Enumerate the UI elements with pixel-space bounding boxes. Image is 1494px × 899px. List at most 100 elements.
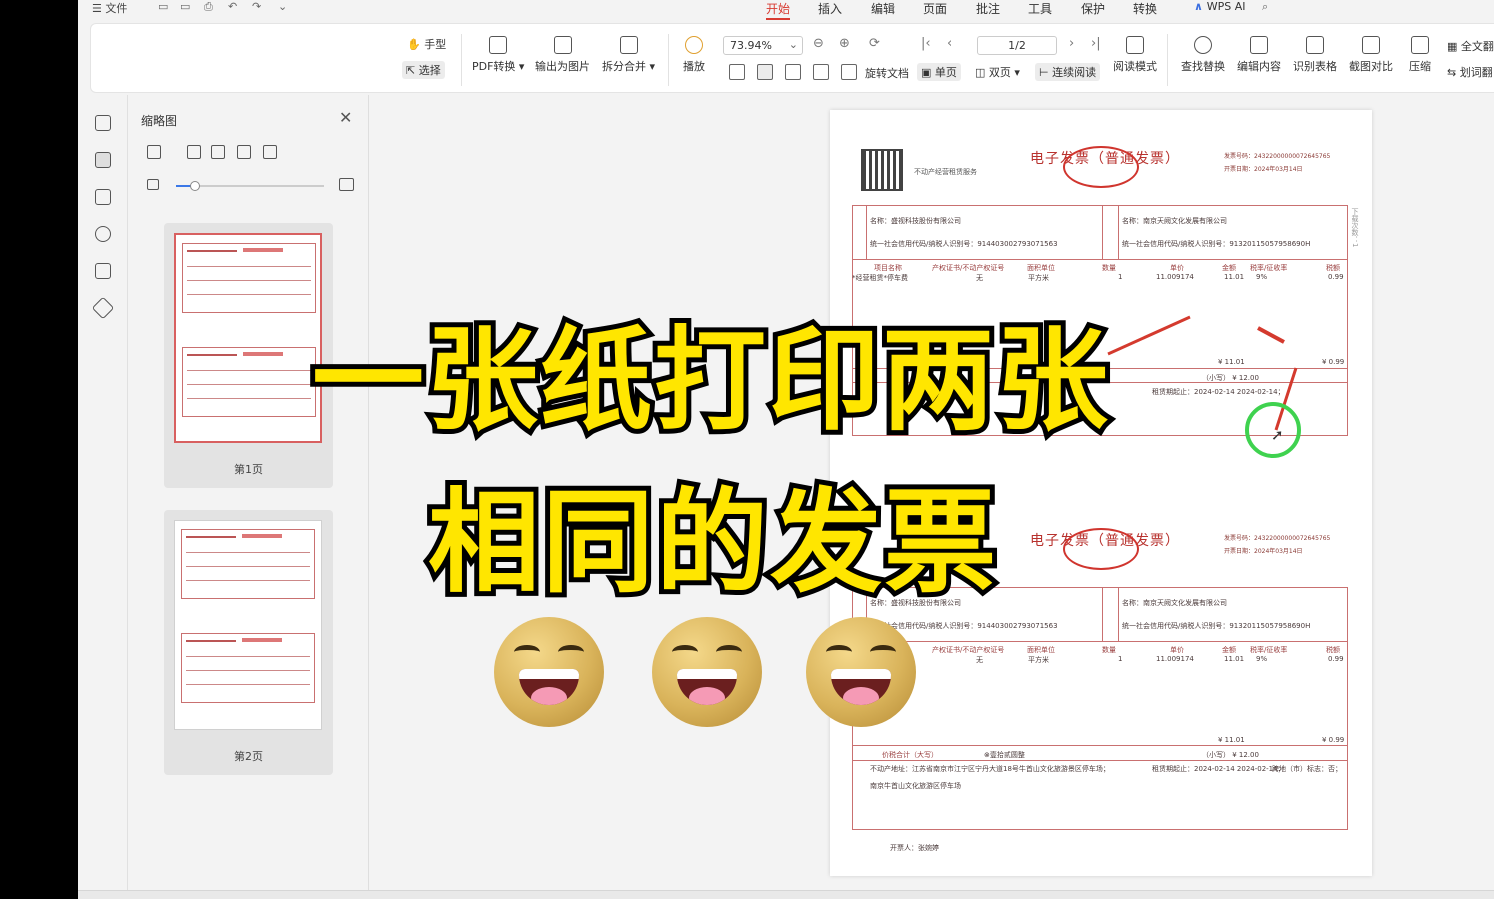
prev-page-icon[interactable]: ‹: [947, 36, 952, 51]
pdf-convert-icon: [489, 36, 508, 54]
export-image-button[interactable]: 输出为图片: [535, 36, 590, 74]
table-cell: 11.009174: [1156, 655, 1194, 663]
insert-page-icon[interactable]: [187, 145, 201, 159]
first-page-icon[interactable]: |‹: [921, 36, 931, 51]
table-cell: 11.01: [1224, 273, 1245, 281]
comment-icon[interactable]: [95, 189, 111, 205]
save-icon[interactable]: ▭: [180, 0, 190, 13]
rotate-left-icon[interactable]: [813, 64, 829, 80]
invoice-no-label: 发票号码：: [1224, 153, 1255, 160]
recognize-table-button[interactable]: 识别表格: [1293, 36, 1337, 74]
invoice-date: 2024年03月14日: [1254, 548, 1303, 555]
continuous-read-button[interactable]: ⊢ 连续阅读: [1035, 63, 1101, 81]
tab-annotate[interactable]: 批注: [976, 0, 1000, 17]
rotate-document-button[interactable]: 旋转文档: [865, 65, 909, 81]
split-merge-icon: [619, 36, 638, 54]
delete-page-icon[interactable]: [211, 145, 225, 159]
remark-period: 租赁期起止：2024-02-14 2024-02-14；: [1152, 765, 1285, 773]
select-tool-button[interactable]: ⇱ 选择: [402, 61, 445, 79]
issuer: 开票人：张婉婷: [890, 844, 939, 852]
find-replace-button[interactable]: 查找替换: [1181, 36, 1225, 74]
table-cell: 1: [1118, 655, 1123, 663]
grid-view-icon[interactable]: [147, 145, 161, 159]
pdf-convert-button[interactable]: PDF转换 ▾: [472, 36, 524, 74]
signature-icon[interactable]: [95, 263, 111, 279]
hand-icon: ✋: [407, 38, 421, 51]
mouse-cursor-icon: ➚: [1271, 426, 1284, 444]
undo-icon[interactable]: ↶: [228, 0, 237, 13]
single-page-button[interactable]: ▣ 单页: [917, 63, 961, 81]
thumbnail-size-slider[interactable]: [176, 181, 324, 191]
table-cell: 平方米: [1028, 274, 1049, 282]
zoom-select[interactable]: 73.94% ⌄: [723, 36, 803, 55]
chevron-down-icon[interactable]: ⌄: [278, 0, 287, 13]
page-number-input[interactable]: 1/2: [977, 36, 1057, 55]
screenshot-compare-label: 截图对比: [1349, 60, 1393, 73]
total-tax: ¥ 0.99: [1322, 736, 1345, 744]
total-words-label: 价税合计（大写）: [882, 751, 938, 759]
close-icon[interactable]: ✕: [339, 108, 352, 127]
fit-page-icon[interactable]: [757, 64, 773, 80]
rotate-page-icon[interactable]: ⟳: [869, 36, 880, 51]
play-button[interactable]: 播放: [683, 36, 705, 74]
tab-tools[interactable]: 工具: [1028, 0, 1052, 17]
ribbon-toolbar: ✋ 手型 ⇱ 选择 PDF转换 ▾ 输出为图片 拆分合并 ▾ 播放 73.94%…: [90, 23, 1494, 93]
split-merge-button[interactable]: 拆分合并 ▾: [602, 36, 655, 74]
zoom-in-icon[interactable]: ⊕: [839, 36, 850, 51]
slider-knob[interactable]: [190, 181, 200, 191]
actual-size-icon[interactable]: [729, 64, 745, 80]
thumbnail-icon[interactable]: [95, 152, 111, 168]
total-words-text: 壹拾贰圆整: [989, 751, 1025, 759]
thumbnail-invoice: [182, 347, 316, 417]
zoom-out-icon[interactable]: ⊖: [813, 36, 824, 51]
tab-convert[interactable]: 转换: [1133, 0, 1157, 17]
edit-content-button[interactable]: 编辑内容: [1237, 36, 1281, 74]
left-icon-rail: [78, 95, 128, 890]
divider: [1167, 34, 1168, 86]
layers-icon[interactable]: [91, 296, 115, 320]
wps-ai-button[interactable]: ∧ WPS AI: [1194, 0, 1246, 13]
seller-tax-id: 统一社会信用代码/纳税人识别号：91320115057958690H: [1122, 622, 1311, 630]
buyer-tax-id: 统一社会信用代码/纳税人识别号：914403002793071563: [870, 622, 1058, 630]
col-header: 金额: [1222, 646, 1236, 654]
divider: [461, 34, 462, 86]
compress-button[interactable]: 压缩: [1409, 36, 1431, 74]
extract-page-icon[interactable]: [263, 145, 277, 159]
thumbnail-page-1-image: [174, 233, 322, 443]
last-page-icon[interactable]: ›|: [1091, 36, 1101, 51]
screenshot-compare-button[interactable]: 截图对比: [1349, 36, 1393, 74]
redo-icon[interactable]: ↷: [252, 0, 261, 13]
date-label: 开票日期：: [1224, 548, 1255, 555]
thumbnail-page-2[interactable]: 第2页: [164, 510, 333, 775]
tab-insert[interactable]: 插入: [818, 0, 842, 17]
full-text-translate-button[interactable]: ▦ 全文翻: [1447, 38, 1494, 54]
tab-start[interactable]: 开始: [766, 0, 791, 20]
hand-tool-button[interactable]: ✋ 手型: [407, 36, 446, 52]
attachment-icon[interactable]: [95, 226, 111, 242]
search-icon[interactable]: ⌕: [1262, 0, 1268, 14]
word-translate-button[interactable]: ⇆ 划词翻: [1447, 64, 1493, 80]
file-menu[interactable]: ☰ 文件: [92, 0, 127, 16]
print-icon[interactable]: ⎙: [204, 0, 213, 14]
tab-page[interactable]: 页面: [923, 0, 947, 17]
play-label: 播放: [683, 60, 705, 73]
bookmark-icon[interactable]: [95, 115, 111, 131]
total-small: （小写） ¥ 12.00: [1202, 751, 1259, 759]
next-page-icon[interactable]: ›: [1069, 36, 1074, 51]
divider: [668, 34, 669, 86]
copy-page-icon[interactable]: [237, 145, 251, 159]
open-icon[interactable]: ▭: [158, 0, 168, 13]
full-text-label: 全文翻: [1460, 40, 1494, 53]
tab-protect[interactable]: 保护: [1081, 0, 1105, 17]
double-page-button[interactable]: ◫ 双页 ▾: [975, 64, 1020, 80]
read-mode-button[interactable]: 阅读模式: [1113, 36, 1157, 74]
rotate-right-icon[interactable]: [841, 64, 857, 80]
tab-edit[interactable]: 编辑: [871, 0, 895, 17]
edit-icon: [1250, 36, 1268, 54]
recognize-table-label: 识别表格: [1293, 60, 1337, 73]
grinning-face-icon: [652, 617, 762, 727]
fit-width-icon[interactable]: [785, 64, 801, 80]
col-header: 数量: [1102, 264, 1116, 272]
thumbnail-page-1[interactable]: 第1页: [164, 223, 333, 488]
compress-label: 压缩: [1409, 60, 1431, 73]
